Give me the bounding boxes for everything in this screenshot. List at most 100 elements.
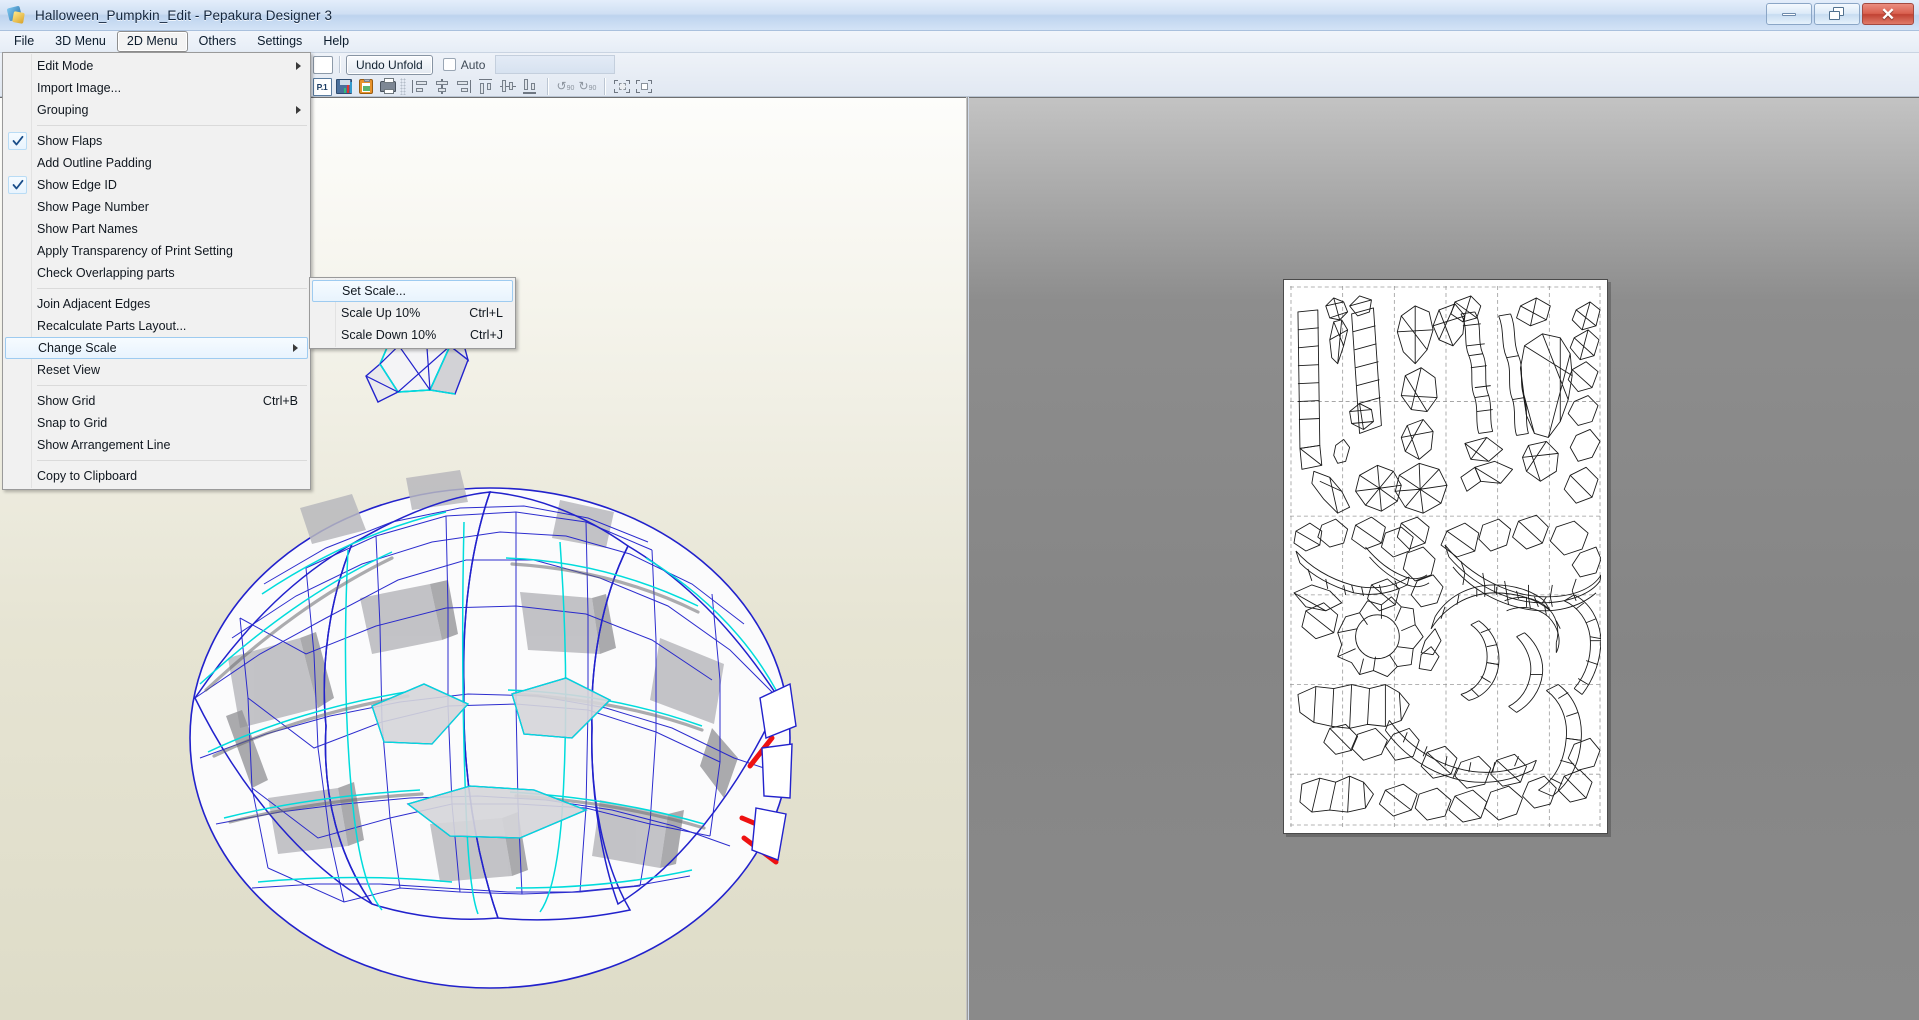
menu-item-apply-transparency[interactable]: Apply Transparency of Print Setting <box>3 240 310 262</box>
menu-separator <box>37 460 307 461</box>
align-top-icon[interactable] <box>477 78 496 96</box>
submenu-item-label: Scale Down 10% <box>341 328 437 342</box>
menu-separator <box>37 288 307 289</box>
submenu-item-shortcut: Ctrl+J <box>470 328 503 342</box>
menu-item-import-image[interactable]: Import Image... <box>3 77 310 99</box>
chevron-right-icon <box>296 106 301 114</box>
pattern-sheet-page-1[interactable] <box>1283 279 1608 834</box>
menu-item-label: Add Outline Padding <box>37 156 152 170</box>
toolbar-separator <box>339 56 340 73</box>
align-left-icon[interactable] <box>411 78 430 96</box>
change-scale-submenu[interactable]: Set Scale... Scale Up 10% Ctrl+L Scale D… <box>309 277 516 349</box>
auto-checkbox-group[interactable]: Auto <box>442 57 486 72</box>
align-bottom-icon[interactable] <box>521 78 540 96</box>
undo-unfold-button[interactable]: Undo Unfold <box>346 54 433 75</box>
toolbar-grip <box>400 78 406 95</box>
pepakura-icon <box>6 5 27 25</box>
menu-item-copy-to-clipboard[interactable]: Copy to Clipboard <box>3 465 310 487</box>
toolbar-separator-2 <box>547 78 548 95</box>
menu-item-recalculate-parts-layout[interactable]: Recalculate Parts Layout... <box>3 315 310 337</box>
submenu-item-scale-down-10[interactable]: Scale Down 10% Ctrl+J <box>310 324 515 346</box>
menu-separator <box>37 385 307 386</box>
menu-item-snap-to-grid[interactable]: Snap to Grid <box>3 412 310 434</box>
minimize-button[interactable] <box>1766 3 1812 25</box>
menu-item-label: Copy to Clipboard <box>37 469 138 483</box>
menu-item-label: Apply Transparency of Print Setting <box>37 244 233 258</box>
menu-item-grouping[interactable]: Grouping <box>3 99 310 121</box>
menu-item-show-flaps[interactable]: Show Flaps <box>3 130 310 152</box>
menu-item-edit-mode[interactable]: Edit Mode <box>3 55 310 77</box>
copy-to-clipboard-icon[interactable] <box>357 78 376 96</box>
menu-item-label: Join Adjacent Edges <box>37 297 151 311</box>
menu-item-show-arrangement-line[interactable]: Show Arrangement Line <box>3 434 310 456</box>
menu-item-label: Show Arrangement Line <box>37 438 171 452</box>
menu-2d-dropdown[interactable]: Edit Mode Import Image... Grouping Show … <box>2 52 311 490</box>
window-controls: ✕ <box>1766 3 1914 25</box>
menu-help[interactable]: Help <box>313 31 359 52</box>
menu-item-label: Check Overlapping parts <box>37 266 175 280</box>
close-icon: ✕ <box>1880 4 1896 24</box>
view-mode-button[interactable] <box>313 55 333 74</box>
menu-item-label: Edit Mode <box>37 59 94 73</box>
menu-item-join-adjacent-edges[interactable]: Join Adjacent Edges <box>3 293 310 315</box>
save-icon[interactable] <box>335 78 354 96</box>
rotate-left-90-icon[interactable]: ↺90 <box>556 78 575 96</box>
minimize-icon <box>1782 12 1796 16</box>
submenu-item-label: Scale Up 10% <box>341 306 421 320</box>
menu-item-label: Recalculate Parts Layout... <box>37 319 187 333</box>
auto-checkbox[interactable] <box>442 58 456 71</box>
panel-splitter[interactable] <box>966 97 968 1020</box>
menu-item-show-edge-id[interactable]: Show Edge ID <box>3 174 310 196</box>
menu-2d[interactable]: 2D Menu <box>116 31 188 52</box>
title-bar: Halloween_Pumpkin_Edit - Pepakura Design… <box>0 0 1919 31</box>
menu-item-shortcut: Ctrl+B <box>262 394 298 408</box>
group-parts-icon[interactable] <box>613 78 632 96</box>
menu-item-label: Import Image... <box>37 81 122 95</box>
menu-item-check-overlapping-parts[interactable]: Check Overlapping parts <box>3 262 310 284</box>
application-window: Halloween_Pumpkin_Edit - Pepakura Design… <box>0 0 1919 1020</box>
submenu-item-set-scale[interactable]: Set Scale... <box>312 280 513 302</box>
print-icon[interactable] <box>379 77 398 96</box>
menu-3d[interactable]: 3D Menu <box>45 31 116 52</box>
menu-item-label: Show Page Number <box>37 200 149 214</box>
submenu-item-shortcut: Ctrl+L <box>469 306 503 320</box>
menu-others[interactable]: Others <box>189 31 247 52</box>
rotate-right-90-icon[interactable]: ↻90 <box>578 78 597 96</box>
align-right-icon[interactable] <box>455 78 474 96</box>
menu-item-label: Show Grid <box>37 394 96 408</box>
menu-item-label: Show Flaps <box>37 134 103 148</box>
menu-file[interactable]: File <box>4 31 44 52</box>
menu-bar: File 3D Menu 2D Menu Others Settings Hel… <box>0 31 1919 53</box>
submenu-item-label: Set Scale... <box>342 284 406 298</box>
unfold-pattern <box>1290 286 1601 827</box>
menu-item-label: Show Edge ID <box>37 178 117 192</box>
restore-icon <box>1829 7 1845 21</box>
ungroup-parts-icon[interactable] <box>635 78 654 96</box>
menu-item-change-scale[interactable]: Change Scale <box>5 337 308 359</box>
checkmark-icon <box>8 132 27 150</box>
menu-item-show-part-names[interactable]: Show Part Names <box>3 218 310 240</box>
menu-item-label: Snap to Grid <box>37 416 108 430</box>
toolbar-separator-3 <box>604 78 605 95</box>
checkmark-icon <box>8 176 27 194</box>
menu-item-show-page-number[interactable]: Show Page Number <box>3 196 310 218</box>
chevron-right-icon <box>296 62 301 70</box>
page-indicator[interactable]: P.1 <box>312 77 332 96</box>
menu-item-reset-view[interactable]: Reset View <box>3 359 310 381</box>
auto-label: Auto <box>460 57 486 72</box>
menu-item-label: Change Scale <box>38 341 117 355</box>
menu-item-show-grid[interactable]: Show Grid Ctrl+B <box>3 390 310 412</box>
align-center-vertical-icon[interactable] <box>499 78 518 96</box>
menu-item-label: Show Part Names <box>37 222 138 236</box>
restore-button[interactable] <box>1814 3 1860 25</box>
menu-item-label: Reset View <box>37 363 100 377</box>
menu-item-add-outline-padding[interactable]: Add Outline Padding <box>3 152 310 174</box>
chevron-right-icon <box>293 344 298 352</box>
menu-settings[interactable]: Settings <box>247 31 312 52</box>
submenu-item-scale-up-10[interactable]: Scale Up 10% Ctrl+L <box>310 302 515 324</box>
toolbar-spacer-panel <box>495 55 616 74</box>
align-center-horizontal-icon[interactable] <box>433 78 452 96</box>
menu-separator <box>37 125 307 126</box>
menu-item-label: Grouping <box>37 103 89 117</box>
close-button[interactable]: ✕ <box>1862 3 1914 25</box>
